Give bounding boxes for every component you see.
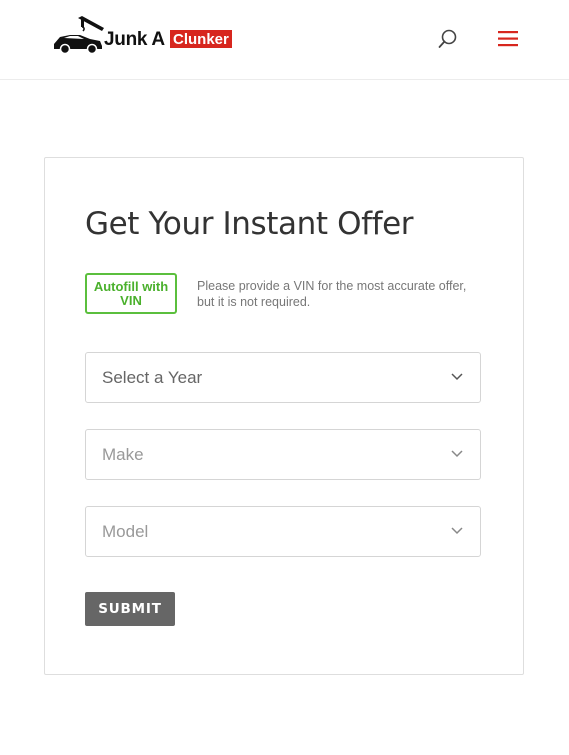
chevron-down-icon [451,373,463,381]
search-icon [438,29,457,48]
model-select-label: Model [102,522,149,541]
site-logo[interactable]: Junk A Clunker [52,16,232,56]
chevron-down-icon [451,450,463,458]
year-select[interactable]: Select a Year [85,352,481,403]
offer-form-card: Get Your Instant Offer Autofill with VIN… [44,157,524,675]
logo-text: Junk A [104,29,165,50]
search-button[interactable] [437,28,459,50]
year-select-label: Select a Year [102,368,203,387]
hamburger-menu-icon [498,31,518,47]
form-title: Get Your Instant Offer [85,206,414,242]
chevron-down-icon [451,527,463,535]
make-select-label: Make [102,445,144,464]
tow-truck-car-icon [54,16,104,55]
vin-note: Please provide a VIN for the most accura… [197,279,467,309]
site-header: Junk A Clunker [0,0,569,80]
make-select[interactable]: Make [85,429,481,480]
model-select[interactable]: Model [85,506,481,557]
autofill-vin-button[interactable]: Autofill with VIN [85,273,177,314]
logo-badge: Clunker [170,30,232,48]
menu-button[interactable] [497,28,519,50]
submit-button[interactable]: SUBMIT [85,592,175,626]
